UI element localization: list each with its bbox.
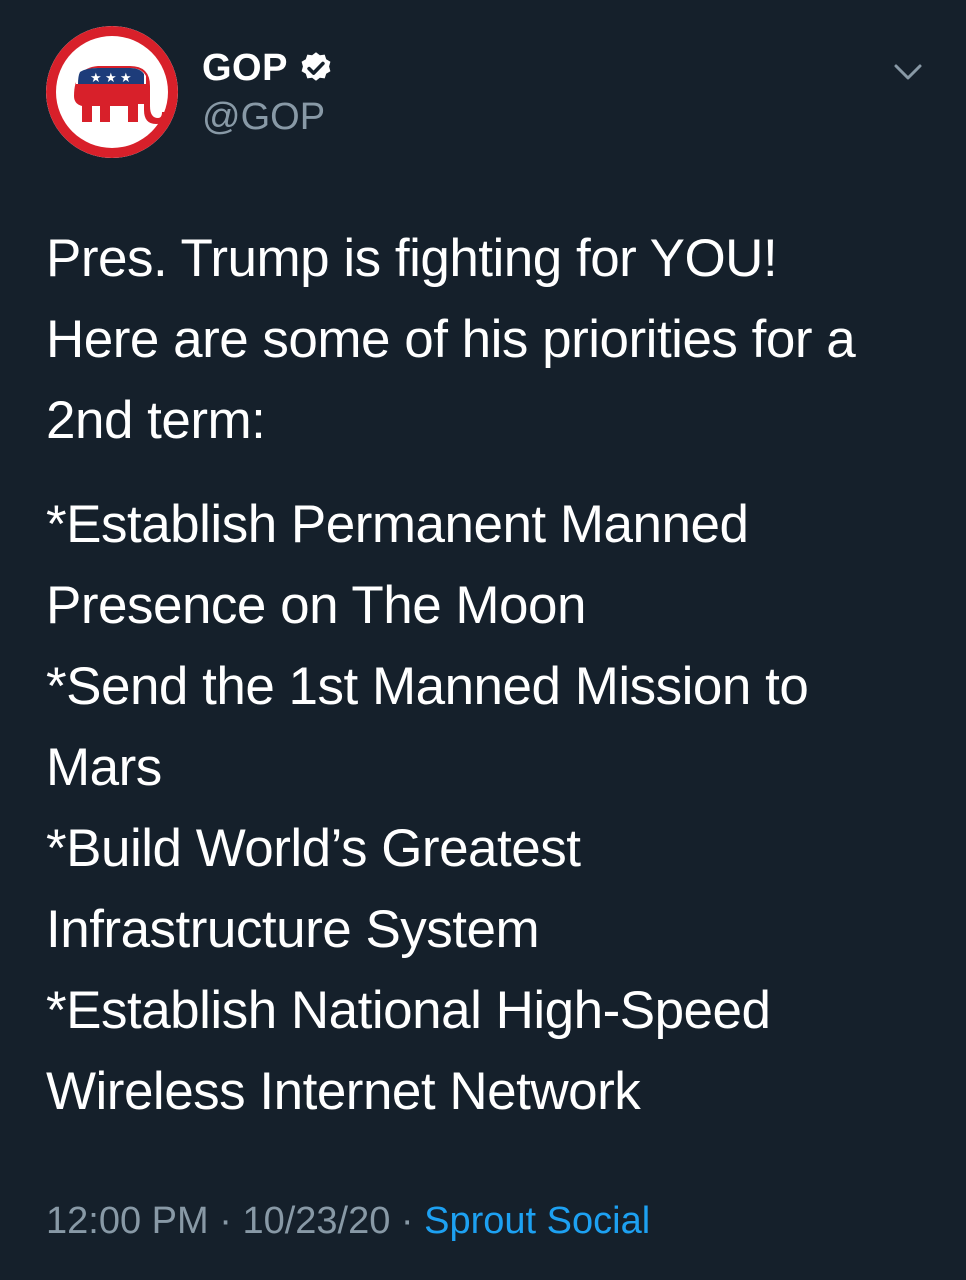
svg-text:★: ★ <box>120 71 132 86</box>
tweet-source-link[interactable]: Sprout Social <box>424 1200 650 1242</box>
handle[interactable]: @GOP <box>202 96 334 139</box>
display-name-row: GOP <box>202 44 334 92</box>
tweet-text: Pres. Trump is fighting for YOU! Here ar… <box>46 218 926 1132</box>
tweet-meta: 12:00 PM · 10/23/20 · Sprout Social <box>46 1200 650 1243</box>
tweet-time[interactable]: 12:00 PM <box>46 1200 209 1242</box>
tweet-line: *Build World’s Greatest <box>46 819 581 878</box>
tweet-line: Mars <box>46 738 162 797</box>
tweet-line: *Send the 1st Manned Mission to <box>46 657 809 716</box>
tweet-line: 2nd term: <box>46 391 266 450</box>
tweet-line: Presence on The Moon <box>46 576 586 635</box>
gop-elephant-logo-icon: ★ ★ ★ <box>46 26 178 158</box>
tweet-header: ★ ★ ★ GOP @GOP <box>0 0 966 200</box>
tweet-line: *Establish Permanent Manned <box>46 495 749 554</box>
author-names: GOP @GOP <box>202 44 334 139</box>
svg-text:★: ★ <box>90 71 102 86</box>
chevron-down-icon[interactable] <box>888 52 928 92</box>
display-name[interactable]: GOP <box>202 47 288 90</box>
verified-badge-icon <box>301 52 331 81</box>
meta-separator: · <box>400 1200 414 1242</box>
tweet-priorities-list: *Establish Permanent Manned Presence on … <box>46 484 926 1132</box>
tweet-date[interactable]: 10/23/20 <box>242 1200 390 1242</box>
tweet-line: Here are some of his priorities for a <box>46 310 856 369</box>
tweet-line: Pres. Trump is fighting for YOU! <box>46 229 778 288</box>
svg-text:★: ★ <box>105 71 117 86</box>
tweet-line: Wireless Internet Network <box>46 1062 641 1121</box>
tweet-line: *Establish National High-Speed <box>46 981 771 1040</box>
tweet-intro: Pres. Trump is fighting for YOU! Here ar… <box>46 218 926 461</box>
tweet-line: Infrastructure System <box>46 900 540 959</box>
avatar[interactable]: ★ ★ ★ <box>46 26 178 158</box>
meta-separator: · <box>219 1200 232 1242</box>
